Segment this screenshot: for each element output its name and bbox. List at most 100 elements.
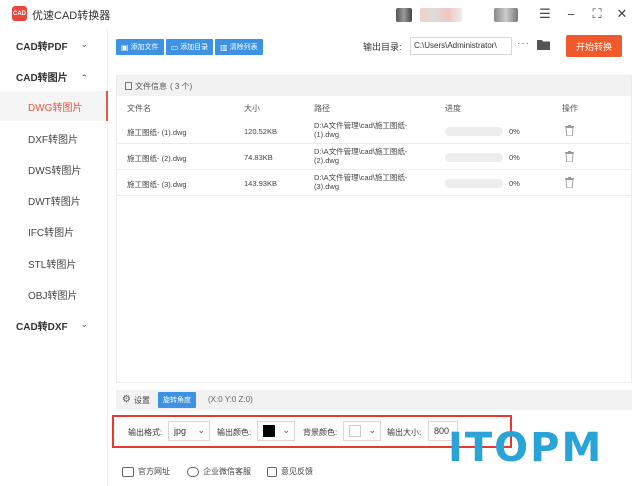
background-color-label: 背景颜色:	[303, 428, 338, 437]
chat-icon	[187, 466, 199, 477]
rotation-coords: (X:0 Y:0 Z:0)	[208, 395, 253, 404]
chevron-down-icon: ⌄	[80, 39, 88, 49]
table-row[interactable]: 施工图纸- (1).dwg 120.52KB D:\A文件管理\cad\施工图纸…	[117, 118, 631, 144]
progress-bar	[445, 179, 503, 188]
sidebar-item-dwt-to-image[interactable]: DWT转图片	[0, 185, 108, 215]
file-size: 74.83KB	[244, 153, 273, 162]
folder-add-icon: ▭	[170, 42, 179, 52]
file-name: 施工图纸- (3).dwg	[127, 180, 187, 189]
chevron-down-icon: ⌄	[282, 425, 290, 435]
output-dir-label: 输出目录:	[363, 42, 402, 52]
file-count: ( 3 个)	[170, 81, 193, 91]
wechat-support-label: 企业微信客服	[203, 467, 251, 476]
file-path: D:\A文件管理\cad\施工图纸- (3).dwg	[314, 173, 407, 191]
output-format-label: 输出格式:	[128, 428, 163, 437]
blurred-avatar	[396, 8, 412, 22]
app-logo: CAD	[12, 6, 27, 21]
output-color-label: 输出颜色:	[217, 428, 252, 437]
file-path-line1: D:\A文件管理\cad\施工图纸-	[314, 147, 408, 156]
file-name: 施工图纸- (1).dwg	[127, 128, 187, 137]
folder-icon[interactable]	[537, 39, 550, 50]
trash-icon[interactable]	[565, 151, 574, 162]
sidebar-group-label: CAD转PDF	[16, 41, 68, 53]
feedback-link[interactable]: 意见反馈	[267, 466, 313, 477]
sidebar: CAD转PDF ⌄ CAD转图片 ⌃ DWG转图片 DXF转图片 DWS转图片 …	[0, 28, 108, 486]
column-header-size: 大小	[244, 104, 260, 113]
sidebar-item-dws-to-image[interactable]: DWS转图片	[0, 154, 108, 184]
sidebar-group-cad-to-image[interactable]: CAD转图片 ⌃	[0, 61, 108, 91]
table-row[interactable]: 施工图纸- (2).dwg 74.83KB D:\A文件管理\cad\施工图纸-…	[117, 144, 631, 170]
output-format-select[interactable]: jpg ⌄	[168, 421, 210, 441]
output-size-label: 输出大小:	[387, 428, 422, 437]
wechat-support-link[interactable]: 企业微信客服	[187, 466, 251, 477]
tab-rotate-angle[interactable]: 旋转角度	[158, 392, 196, 408]
feedback-label: 意见反馈	[281, 467, 313, 476]
blurred-username	[420, 8, 462, 22]
output-size-value: 800	[434, 426, 450, 436]
feedback-icon	[267, 466, 277, 477]
output-color-select[interactable]: ⌄	[257, 421, 295, 441]
file-path: D:\A文件管理\cad\施工图纸- (2).dwg	[314, 147, 407, 165]
sidebar-item-stl-to-image[interactable]: STL转图片	[0, 248, 108, 278]
sidebar-item-dxf-to-image[interactable]: DXF转图片	[0, 123, 108, 153]
progress-percent: 0%	[509, 153, 520, 162]
sidebar-item-obj-to-image[interactable]: OBJ转图片	[0, 279, 108, 309]
trash-icon[interactable]	[565, 125, 574, 136]
sidebar-group-cad-to-pdf[interactable]: CAD转PDF ⌄	[0, 30, 108, 60]
sidebar-item-ifc-to-image[interactable]: IFC转图片	[0, 216, 108, 246]
file-path: D:\A文件管理\cad\施工图纸- (1).dwg	[314, 121, 407, 139]
add-directory-button[interactable]: ▭ 添加目录	[165, 39, 214, 55]
app-title: 优速CAD转换器	[32, 10, 111, 22]
close-icon[interactable]: ✕	[614, 6, 630, 22]
official-website-link[interactable]: 官方网址	[122, 466, 170, 477]
sidebar-item-dwg-to-image[interactable]: DWG转图片	[0, 91, 108, 121]
add-directory-label: 添加目录	[180, 44, 209, 51]
output-dir-input[interactable]: C:\Users\Administrator\	[410, 37, 512, 55]
file-info-header: 文件信息 ( 3 个)	[117, 76, 631, 96]
minimize-icon[interactable]: −	[563, 6, 579, 22]
file-path-line2: (3).dwg	[314, 182, 340, 191]
sidebar-group-label: CAD转图片	[16, 72, 68, 84]
file-path-line2: (1).dwg	[314, 130, 340, 139]
start-convert-button[interactable]: 开始转换	[566, 35, 622, 57]
settings-label: 设置	[134, 396, 150, 405]
sidebar-group-label: CAD转DXF	[16, 321, 68, 333]
file-icon	[125, 82, 132, 90]
file-size: 120.52KB	[244, 127, 277, 136]
file-path-line1: D:\A文件管理\cad\施工图纸-	[314, 121, 408, 130]
file-name: 施工图纸- (2).dwg	[127, 154, 187, 163]
table-row[interactable]: 施工图纸- (3).dwg 143.93KB D:\A文件管理\cad\施工图纸…	[117, 170, 631, 196]
file-path-line2: (2).dwg	[314, 156, 340, 165]
output-format-value: jpg	[174, 426, 187, 436]
column-header-name: 文件名	[127, 104, 151, 113]
chevron-down-icon: ⌄	[80, 319, 88, 329]
itopm-watermark: ITOPM	[448, 425, 604, 471]
background-color-select[interactable]: ⌄	[343, 421, 381, 441]
official-website-label: 官方网址	[138, 467, 170, 476]
file-toolbar: ▣ 添加文件 ▭ 添加目录 ▥ 清除列表	[116, 39, 263, 55]
add-file-button[interactable]: ▣ 添加文件	[116, 39, 164, 55]
file-info-label: 文件信息	[135, 81, 167, 91]
sidebar-group-cad-to-dxf[interactable]: CAD转DXF ⌄	[0, 310, 108, 340]
column-header-action: 操作	[562, 104, 578, 113]
monitor-icon	[122, 466, 134, 477]
clear-list-button[interactable]: ▥ 清除列表	[215, 39, 263, 55]
more-icon[interactable]: ···	[517, 38, 530, 49]
add-file-label: 添加文件	[130, 44, 159, 51]
add-file-icon: ▣	[121, 42, 129, 52]
maximize-icon[interactable]: ⛶	[589, 6, 605, 22]
gear-icon: ⚙	[122, 394, 131, 405]
progress-percent: 0%	[509, 127, 520, 136]
blurred-status	[494, 8, 518, 22]
title-bar: CAD 优速CAD转换器 ☰ − ⛶ ✕	[0, 0, 640, 28]
progress-bar	[445, 153, 503, 162]
clear-list-label: 清除列表	[229, 44, 258, 51]
background-color-swatch	[349, 425, 361, 437]
trash-icon[interactable]	[565, 177, 574, 188]
menu-icon[interactable]: ☰	[537, 6, 553, 22]
chevron-up-icon: ⌃	[80, 73, 88, 83]
chevron-down-icon: ⌄	[368, 425, 376, 435]
column-header-path: 路径	[314, 104, 330, 113]
chevron-down-icon: ⌄	[197, 425, 205, 435]
file-list-panel: 文件信息 ( 3 个) 文件名 大小 路径 进度 操作 施工图纸- (1).dw…	[116, 75, 632, 383]
